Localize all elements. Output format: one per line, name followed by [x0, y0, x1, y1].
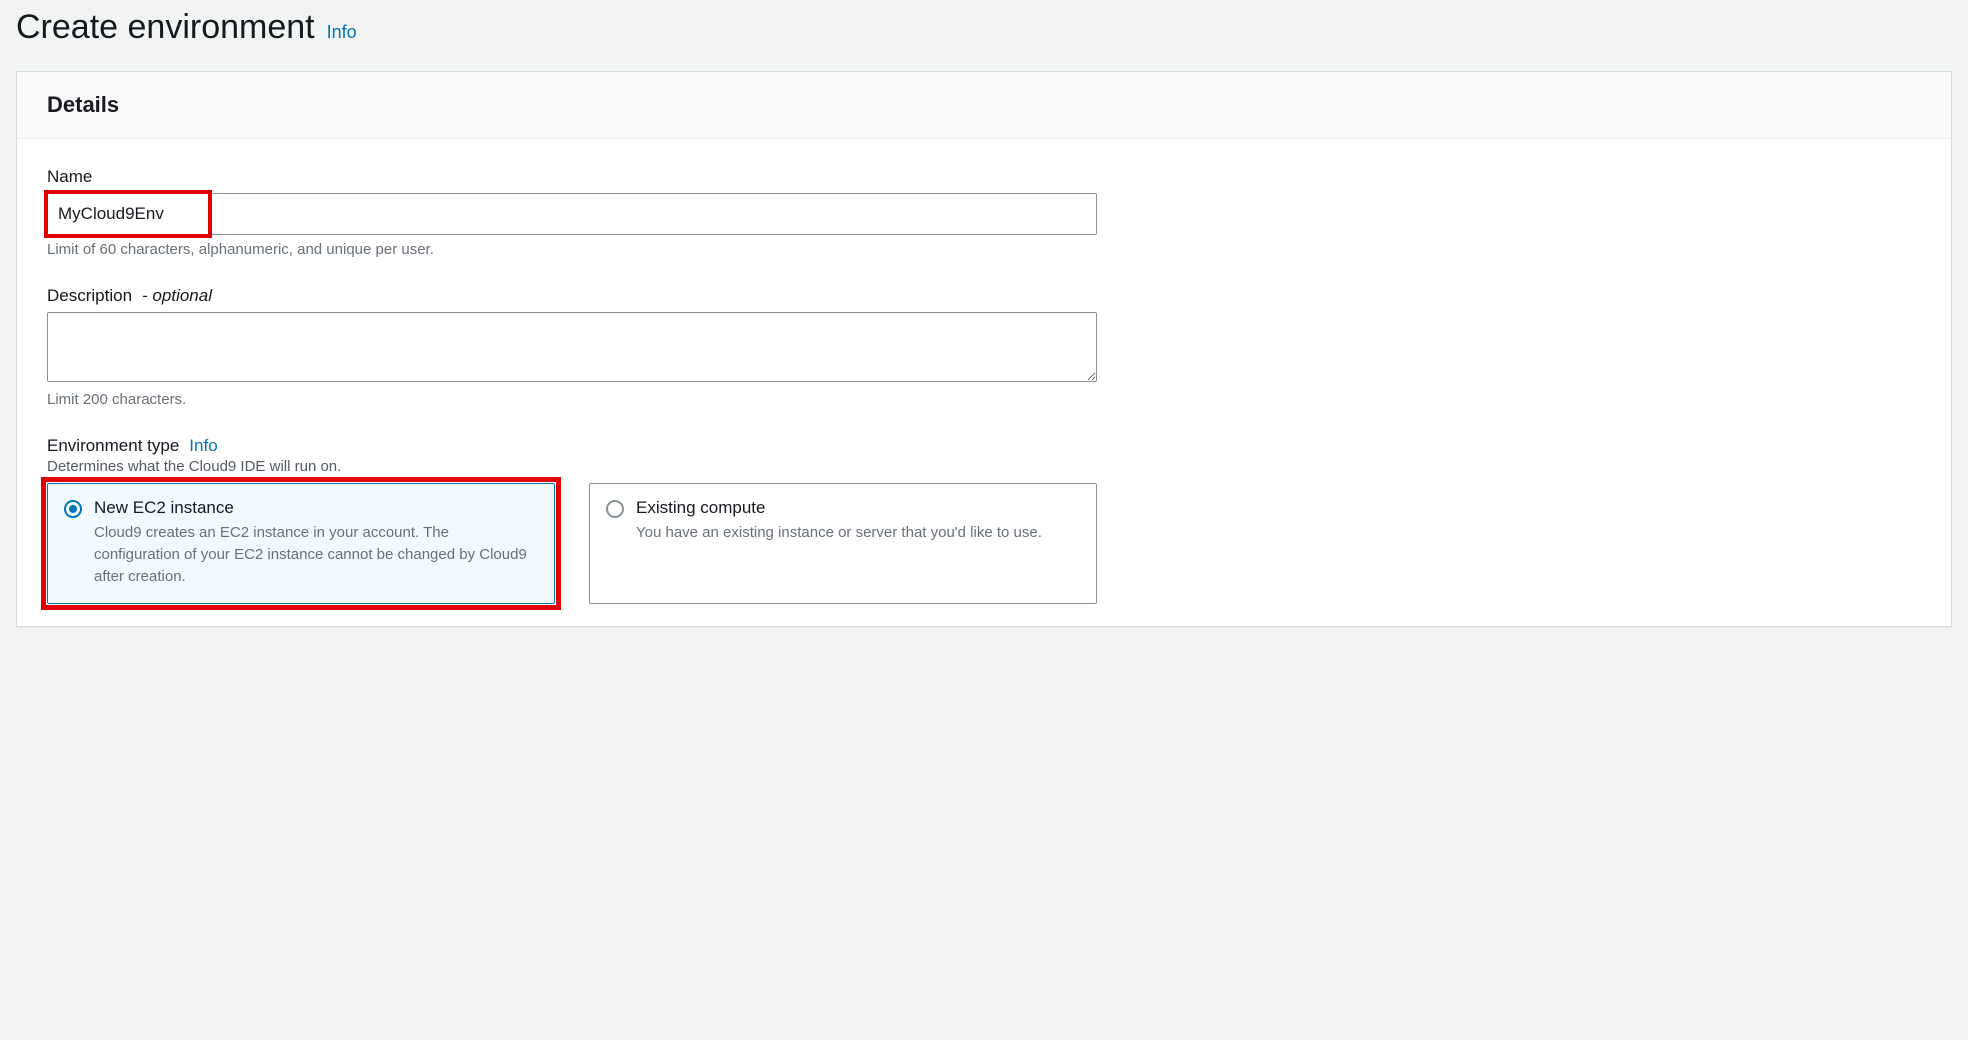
radio-title-existing: Existing compute — [636, 498, 1042, 518]
name-hint: Limit of 60 characters, alphanumeric, an… — [47, 241, 1097, 258]
page-header: Create environment Info — [16, 8, 1952, 47]
info-link-header[interactable]: Info — [327, 22, 357, 43]
description-label: Description - optional — [47, 286, 1097, 306]
env-type-label: Environment type — [47, 436, 179, 456]
name-label: Name — [47, 167, 1097, 187]
radio-card-new-ec2[interactable]: New EC2 instance Cloud9 creates an EC2 i… — [47, 483, 555, 604]
radio-icon — [606, 500, 624, 518]
field-description: Description - optional Limit 200 charact… — [47, 286, 1097, 408]
panel-header: Details — [17, 72, 1951, 139]
radio-title-new-ec2: New EC2 instance — [94, 498, 538, 518]
field-name: Name Limit of 60 characters, alphanumeri… — [47, 167, 1097, 258]
panel-body: Name Limit of 60 characters, alphanumeri… — [17, 139, 1951, 626]
description-optional: - optional — [142, 286, 212, 306]
details-panel: Details Name Limit of 60 characters, alp… — [16, 71, 1952, 627]
radio-desc-new-ec2: Cloud9 creates an EC2 instance in your a… — [94, 522, 538, 587]
env-type-options: New EC2 instance Cloud9 creates an EC2 i… — [47, 483, 1097, 604]
page-title: Create environment — [16, 8, 315, 47]
name-input[interactable] — [47, 193, 1097, 235]
description-hint: Limit 200 characters. — [47, 391, 1097, 408]
radio-content: Existing compute You have an existing in… — [636, 498, 1042, 587]
page-root: Create environment Info Details Name Lim… — [0, 0, 1968, 647]
panel-title: Details — [47, 92, 1921, 118]
name-input-wrap — [47, 193, 1097, 235]
radio-desc-existing: You have an existing instance or server … — [636, 522, 1042, 544]
field-env-type: Environment type Info Determines what th… — [47, 436, 1097, 604]
info-link-env-type[interactable]: Info — [189, 436, 217, 456]
radio-content: New EC2 instance Cloud9 creates an EC2 i… — [94, 498, 538, 587]
radio-icon — [64, 500, 82, 518]
env-type-label-row: Environment type Info — [47, 436, 1097, 456]
radio-card-existing-compute[interactable]: Existing compute You have an existing in… — [589, 483, 1097, 604]
env-type-sub: Determines what the Cloud9 IDE will run … — [47, 458, 1097, 475]
description-textarea[interactable] — [47, 312, 1097, 382]
description-label-text: Description — [47, 286, 132, 306]
